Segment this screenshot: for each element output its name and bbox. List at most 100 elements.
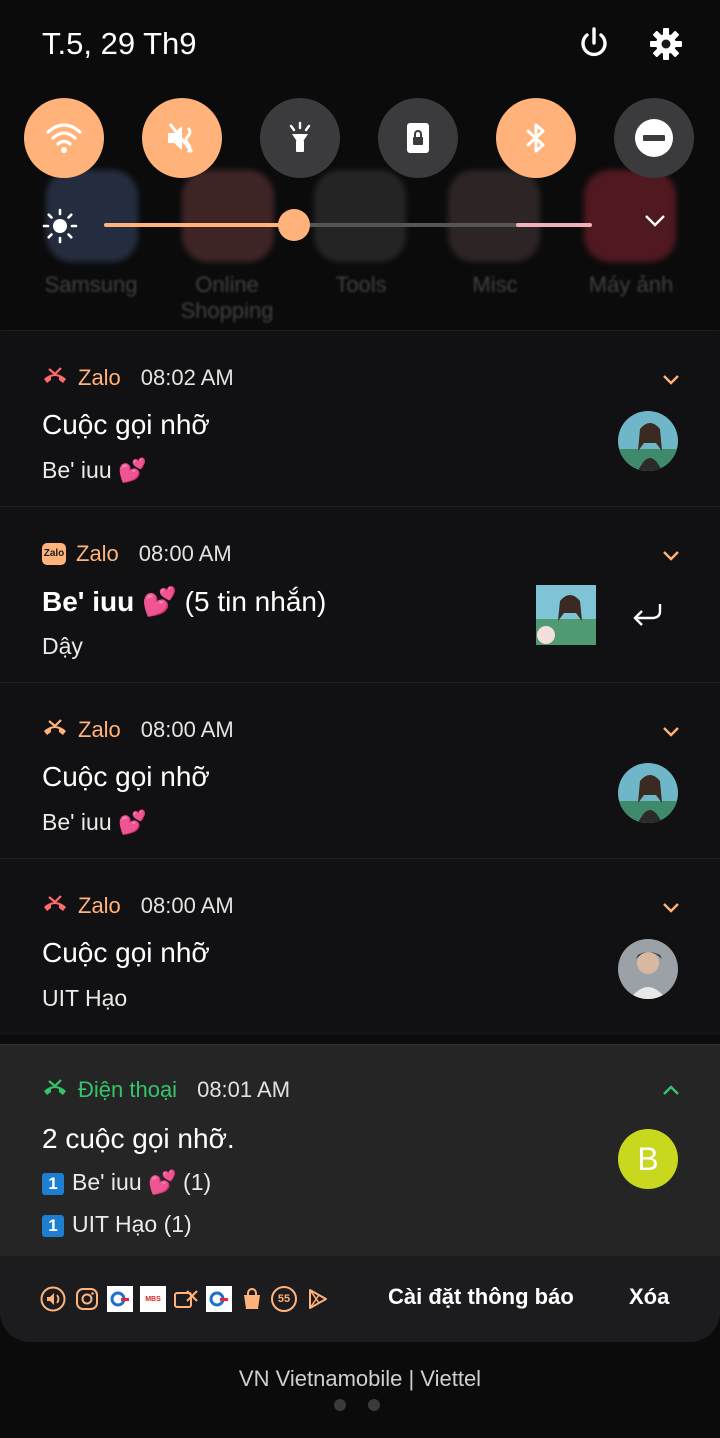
message-image-thumbnail[interactable] [536, 585, 596, 645]
notification-header: Zalo Zalo 08:00 AM [42, 539, 232, 569]
reply-arrow-icon[interactable] [630, 601, 664, 634]
missed-call-icon [42, 365, 68, 391]
notification-title: Cuộc gọi nhỡ [42, 409, 210, 440]
contact-letter-avatar: B [618, 1129, 678, 1189]
do-not-disturb-icon [635, 119, 673, 157]
notification-title: 2 cuộc gọi nhỡ. [42, 1123, 235, 1154]
notification-title: Cuộc gọi nhỡ [42, 937, 210, 968]
expand-chevron-down-icon[interactable] [662, 373, 680, 385]
notification-time: 08:02 AM [140, 365, 234, 390]
brightness-thumb[interactable] [278, 209, 311, 241]
notification-body: UIT Hạo [42, 985, 128, 1011]
page-dot [334, 1399, 346, 1411]
notification-body: Dậy [42, 633, 83, 659]
lock-icon [407, 123, 429, 153]
collapse-chevron-up-icon[interactable] [662, 1083, 680, 1095]
missed-call-icon [42, 717, 68, 743]
app-name: Zalo [78, 893, 121, 918]
caller-name: Be' iuu [72, 1169, 142, 1195]
brightness-sun-icon [42, 208, 78, 249]
carrier-label: VN Vietnamobile | Viettel [238, 1366, 482, 1391]
game-app-icon [206, 1286, 232, 1312]
wifi-icon [46, 123, 82, 153]
notification-header: Zalo 08:00 AM [42, 715, 234, 745]
heart-emoji: 💕 [118, 809, 147, 835]
expand-chevron-down-icon[interactable] [662, 549, 680, 561]
zalo-calls-icon [173, 1286, 199, 1312]
bluetooth-toggle[interactable] [496, 98, 576, 178]
power-icon[interactable] [576, 26, 612, 62]
notification-time: 08:00 AM [138, 541, 232, 566]
expand-chevron-down-icon[interactable] [644, 214, 666, 233]
flashlight-icon [289, 121, 311, 152]
page-indicator [334, 1398, 402, 1416]
brightness-track[interactable] [104, 223, 592, 227]
missed-call-line[interactable]: 1 Be' iuu 💕 (1) [42, 1169, 211, 1196]
mbs-app-icon: MBS [140, 1286, 166, 1312]
notification-time: 08:00 AM [140, 893, 234, 918]
date-text: T.5, 29 Th9 [42, 26, 197, 61]
notification-title: Cuộc gọi nhỡ [42, 761, 210, 792]
heart-emoji: 💕 [142, 586, 177, 617]
game-app-icon [107, 1286, 133, 1312]
number-one-icon: 1 [42, 1215, 64, 1237]
quick-settings-row [0, 98, 720, 180]
brightness-fill [104, 223, 295, 227]
notification-body: Be' iuu 💕 [42, 809, 147, 836]
notification-phone-missed-calls[interactable]: Điện thoại 08:01 AM 2 cuộc gọi nhỡ. 1 Be'… [0, 1044, 720, 1257]
notification-title: Be' iuu 💕 (5 tin nhắn) [42, 585, 326, 618]
app-name: Điện thoại [78, 1077, 178, 1102]
page-dot [368, 1399, 380, 1411]
play-store-icon [304, 1286, 330, 1312]
sound-mute-toggle[interactable] [142, 98, 222, 178]
shopping-bag-icon [239, 1286, 265, 1312]
notification-zalo-message[interactable]: Zalo Zalo 08:00 AM Be' iuu 💕 (5 tin nhắn… [0, 506, 720, 683]
notification-zalo-missed-call-2[interactable]: Zalo 08:00 AM Cuộc gọi nhỡ Be' iuu 💕 [0, 682, 720, 859]
caller-name: UIT Hạo [72, 1211, 158, 1237]
missed-call-line[interactable]: 1 UIT Hạo (1) [42, 1211, 192, 1238]
wifi-toggle[interactable] [24, 98, 104, 178]
call-count: (1) [183, 1169, 212, 1195]
screen-lock-toggle[interactable] [378, 98, 458, 178]
mute-speaker-icon [168, 123, 194, 153]
instagram-icon [74, 1286, 100, 1312]
settings-gear-icon[interactable] [648, 26, 684, 62]
body-text: Be' iuu [42, 809, 112, 835]
bluetooth-icon [526, 123, 545, 153]
notification-header: Điện thoại 08:01 AM [42, 1075, 290, 1105]
call-count: (1) [163, 1211, 192, 1237]
flashlight-toggle[interactable] [260, 98, 340, 178]
notification-header: Zalo 08:02 AM [42, 363, 234, 393]
number-one-icon: 1 [42, 1173, 64, 1195]
clock-55-icon: 55 [271, 1286, 297, 1312]
speaker-icon [40, 1286, 66, 1312]
expand-chevron-down-icon[interactable] [662, 901, 680, 913]
brightness-adaptive-marker [516, 223, 592, 227]
brightness-slider[interactable] [0, 200, 720, 250]
notification-body: Be' iuu 💕 [42, 457, 147, 484]
clear-all-button[interactable]: Xóa [629, 1284, 669, 1310]
body-text: Be' iuu [42, 457, 112, 483]
expand-chevron-down-icon[interactable] [662, 725, 680, 737]
sender-name: Be' iuu [42, 586, 135, 617]
zalo-logo-icon: Zalo [42, 543, 66, 565]
quick-panel-header: T.5, 29 Th9 [0, 0, 720, 310]
app-name: Zalo [76, 541, 119, 566]
notification-panel: Zalo 08:02 AM Cuộc gọi nhỡ Be' iuu 💕 Zal… [0, 306, 720, 1342]
notification-zalo-missed-call-3[interactable]: Zalo 08:00 AM Cuộc gọi nhỡ UIT Hạo [0, 858, 720, 1035]
app-name: Zalo [78, 365, 121, 390]
message-count: (5 tin nhắn) [184, 586, 327, 617]
missed-call-icon [42, 1077, 68, 1103]
do-not-disturb-toggle[interactable] [614, 98, 694, 178]
heart-emoji: 💕 [118, 457, 147, 483]
notification-header: Zalo 08:00 AM [42, 891, 234, 921]
avatar [618, 411, 678, 471]
notification-footer: MBS 55 Cài đặt thông báo Xóa [0, 1256, 720, 1342]
app-name: Zalo [78, 717, 121, 742]
notification-time: 08:00 AM [140, 717, 234, 742]
missed-call-icon [42, 893, 68, 919]
avatar [618, 763, 678, 823]
notification-settings-button[interactable]: Cài đặt thông báo [388, 1284, 574, 1310]
notification-zalo-missed-call-1[interactable]: Zalo 08:02 AM Cuộc gọi nhỡ Be' iuu 💕 [0, 330, 720, 507]
heart-emoji: 💕 [148, 1169, 177, 1195]
